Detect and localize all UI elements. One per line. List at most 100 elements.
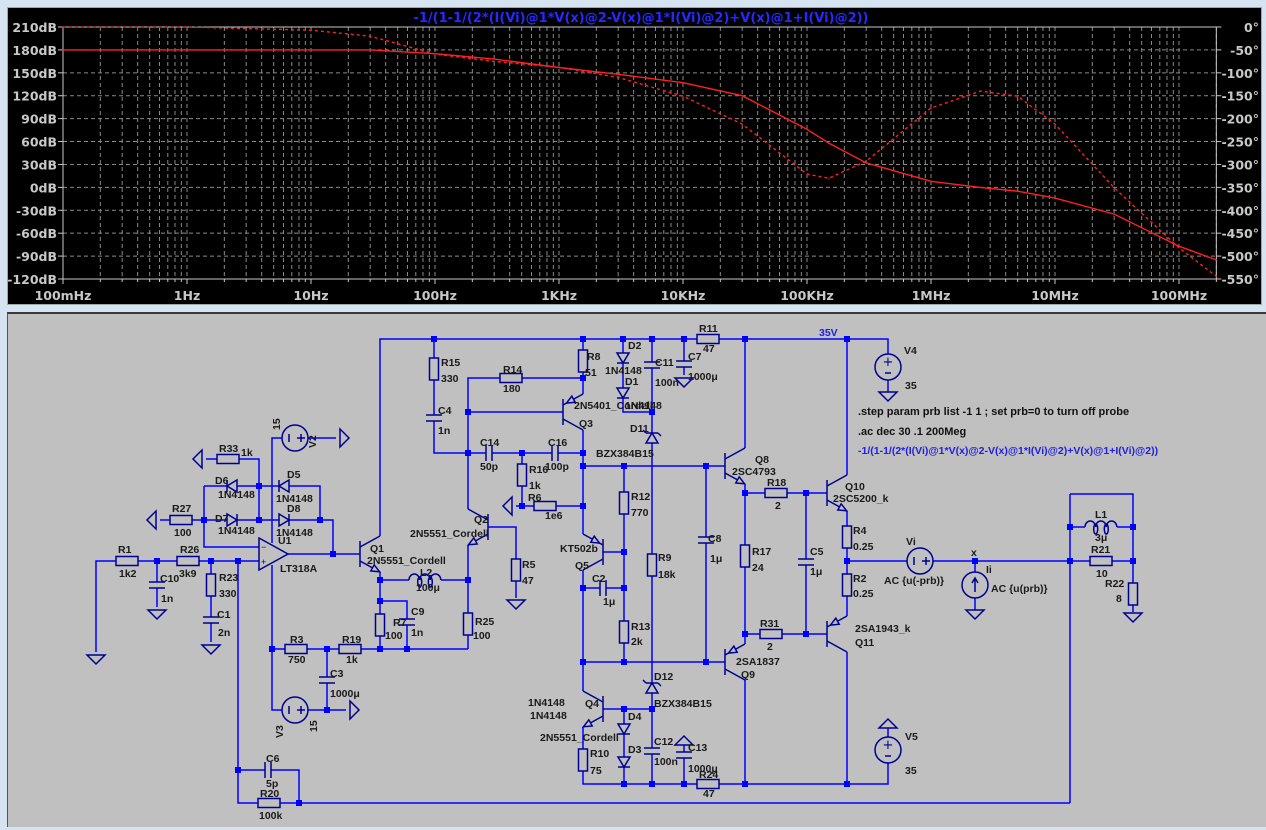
resistor-R1[interactable] — [115, 555, 139, 567]
diode-D1[interactable] — [615, 387, 631, 400]
junction-dot — [703, 463, 709, 469]
resistor-R13[interactable] — [618, 620, 630, 644]
diode-triangle-icon — [615, 352, 631, 365]
resistor-R25[interactable] — [462, 612, 474, 636]
junction-dot — [208, 558, 214, 564]
q10-refdes-label: Q10 — [845, 481, 865, 493]
junction-dot — [621, 706, 627, 712]
voltage-source-Vi[interactable] — [906, 547, 934, 575]
resistor-R7[interactable] — [374, 613, 386, 637]
junction-dot — [256, 483, 262, 489]
d3-value-label: 1N4148 — [530, 710, 567, 722]
ground-icon — [1122, 612, 1144, 624]
emitter-arrow-icon — [581, 718, 594, 728]
diode-D3[interactable] — [616, 756, 632, 769]
v5-value-label: 35 — [905, 765, 917, 777]
d12-value-label: BZX384B15 — [654, 698, 712, 710]
junction-dot — [742, 631, 748, 637]
probe-expression-comment[interactable]: -1/(1-1/(2*(I(Vi)@1*V(x)@2-V(x)@1*I(Vi)@… — [858, 445, 1158, 457]
v5-refdes-label: V5 — [905, 731, 918, 743]
zener-hook — [657, 432, 662, 437]
capacitor-gap — [600, 586, 606, 590]
resistor-R21[interactable] — [1089, 555, 1113, 567]
diode-D8[interactable] — [278, 512, 291, 528]
d7-refdes-label: D7 — [215, 513, 229, 525]
ground-icon — [200, 644, 222, 656]
r4-value-label: 0.25 — [853, 541, 874, 553]
r3-refdes-label: R3 — [290, 634, 304, 646]
ground-icon — [501, 495, 513, 517]
resistor-R27[interactable] — [169, 514, 193, 526]
r19-value-label: 1k — [346, 654, 358, 666]
capacitor-C12[interactable] — [644, 747, 660, 755]
r31-refdes-label: R31 — [760, 618, 779, 630]
resistor-R23[interactable] — [205, 573, 217, 597]
d1-value-label: 1N4148 — [625, 400, 662, 412]
junction-dot — [580, 450, 586, 456]
junction-dot — [1130, 558, 1136, 564]
ac-directive[interactable]: .ac dec 30 .1 200Meg — [858, 426, 966, 438]
zener-hook — [642, 679, 647, 684]
junction-dot — [1067, 558, 1073, 564]
resistor-R26[interactable] — [176, 555, 200, 567]
voltage-source-V2[interactable] — [281, 424, 309, 452]
resistor-R18[interactable] — [764, 487, 788, 499]
schematic-editor[interactable]: − + + + R1 1k2 R26 3k9 C10 1n R23 330 C1 2n R27 100 R33 1… — [7, 312, 1266, 827]
schematic-canvas[interactable]: −+++R11k2R263k9C101nR23330C12nR27100R33 1… — [0, 0, 1266, 830]
r18-refdes-label: R18 — [767, 477, 786, 489]
capacitor-gap — [209, 617, 213, 623]
diode-triangle-icon — [616, 756, 632, 769]
r7-value-label: 100 — [385, 630, 403, 642]
c6-refdes-label: C6 — [266, 753, 280, 765]
diode-D5[interactable] — [277, 478, 290, 494]
resistor-R12[interactable] — [618, 491, 630, 515]
r23-value-label: 330 — [219, 588, 237, 600]
voltage-source-V3[interactable] — [281, 696, 309, 724]
r8-refdes-label: R8 — [587, 351, 601, 363]
voltage-source-V5[interactable]: + — [874, 736, 902, 764]
junction-dot — [377, 598, 383, 604]
resistor-R9[interactable] — [646, 553, 658, 577]
ground-icon — [505, 599, 527, 611]
d4-value-label: 1N4148 — [528, 697, 565, 709]
diode-D2[interactable] — [615, 352, 631, 365]
ground-icon — [145, 509, 157, 531]
resistor-R31[interactable] — [759, 628, 783, 640]
resistor-R4[interactable] — [841, 525, 853, 549]
junction-dot — [404, 646, 410, 652]
current-source-Ii[interactable] — [961, 571, 989, 599]
r23-refdes-label: R23 — [219, 572, 238, 584]
q2-value-label: 2N5551_Cordell — [410, 528, 489, 540]
q10-value-label: 2SC5200_k — [833, 493, 889, 505]
net-label-35v[interactable]: 35V — [819, 327, 838, 339]
voltage-source-V4[interactable]: + — [874, 353, 902, 381]
opamp-plus-icon: + — [261, 557, 266, 567]
r22-value-label: 8 — [1116, 593, 1122, 605]
r24-refdes-label: R24 — [699, 769, 718, 781]
zener-hook — [657, 682, 662, 687]
r26-value-label: 3k9 — [179, 568, 197, 580]
junction-dot — [649, 781, 655, 787]
resistor-R10[interactable] — [577, 748, 589, 772]
junction-dot — [742, 490, 748, 496]
l1-refdes-label: L1 — [1095, 509, 1107, 521]
diode-D4[interactable] — [616, 723, 632, 736]
r2-value-label: 0.25 — [853, 588, 874, 600]
l2-value-label: 100μ — [416, 582, 440, 594]
q4-refdes-label: Q4 — [585, 698, 599, 710]
resistor-R16[interactable] — [516, 463, 528, 487]
node-label-x[interactable]: x — [971, 547, 977, 559]
step-directive[interactable]: .step param prb list -1 1 ; set prb=0 to… — [858, 406, 1129, 418]
resistor-R33[interactable] — [216, 453, 240, 465]
transistor-Q11[interactable] — [826, 615, 848, 653]
junction-dot — [681, 336, 687, 342]
resistor-R22[interactable] — [1127, 582, 1139, 606]
resistor-R5[interactable] — [510, 558, 522, 582]
r25-value-label: 100 — [473, 630, 491, 642]
resistor-R2[interactable] — [841, 573, 853, 597]
junction-dot — [431, 336, 437, 342]
resistor-R17[interactable] — [739, 544, 751, 568]
capacitor-C5[interactable] — [798, 558, 814, 566]
resistor-R15[interactable] — [428, 357, 440, 381]
r31-value-label: 2 — [767, 641, 773, 653]
